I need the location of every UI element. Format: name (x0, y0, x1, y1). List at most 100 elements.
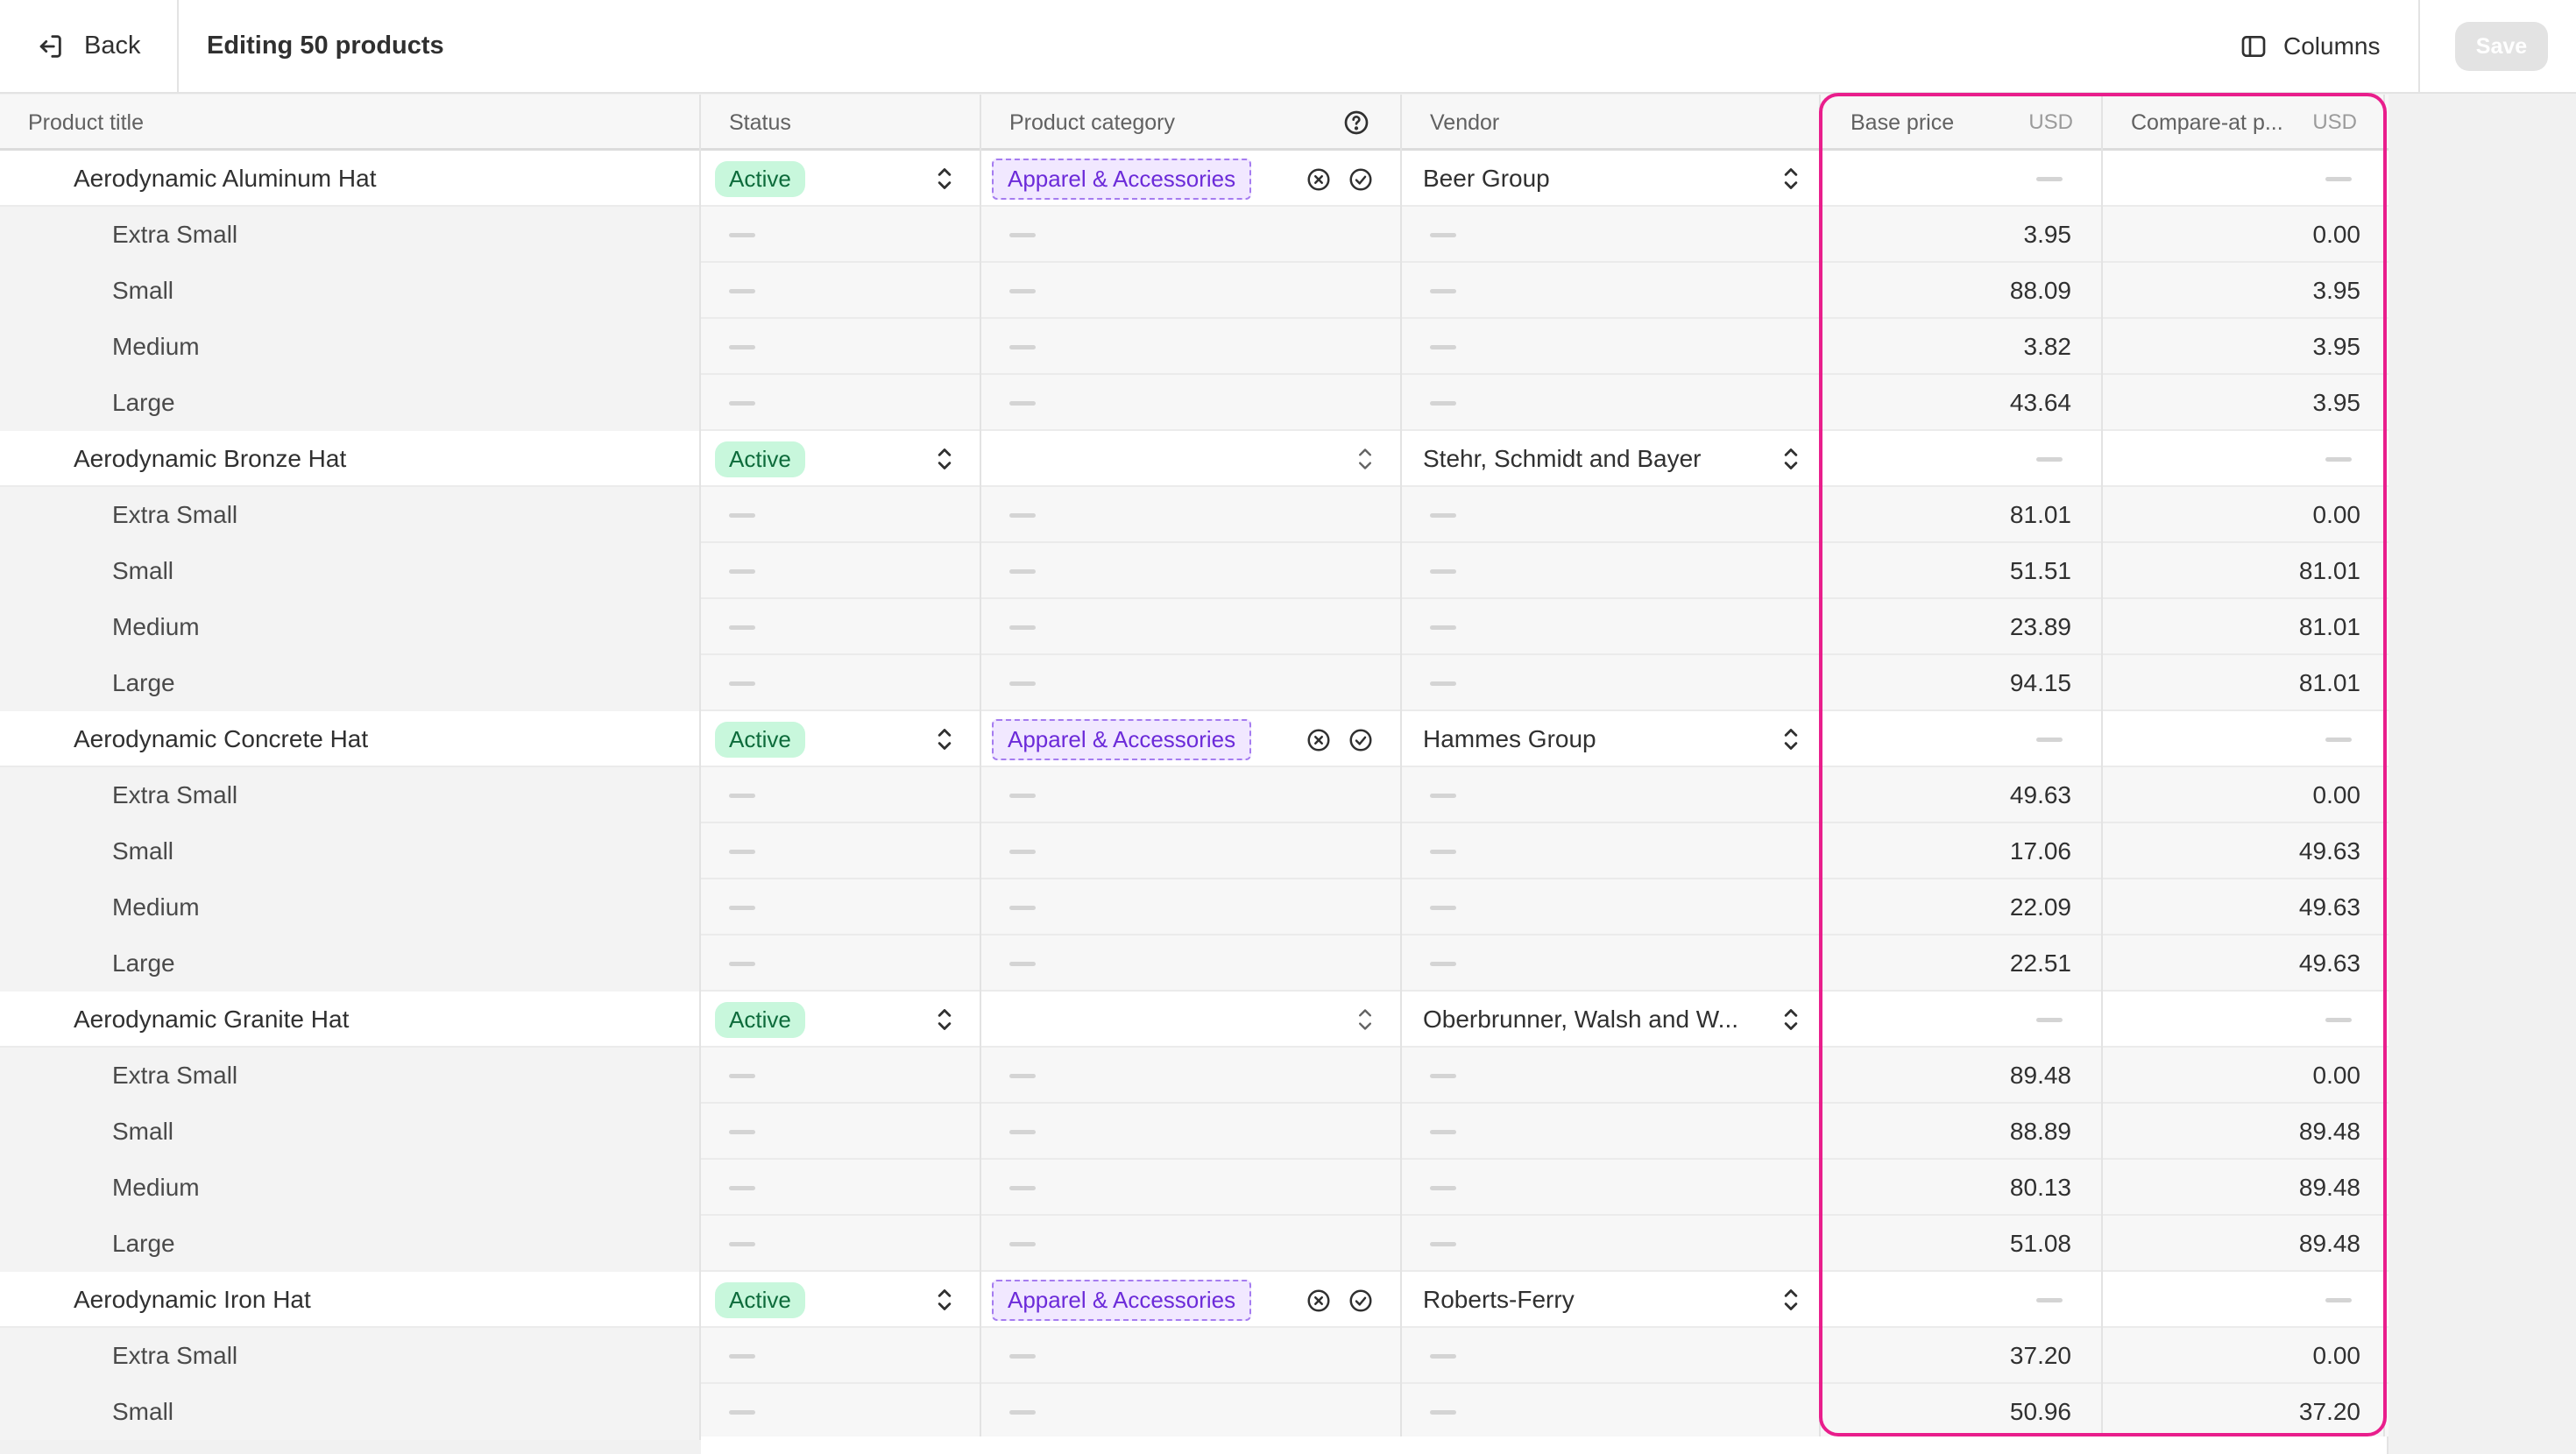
category-suggestion-tag[interactable]: Apparel & Accessories (992, 158, 1252, 200)
column-header-compare-at-price[interactable]: Compare-at p... USD (2103, 95, 2385, 151)
base-price-cell[interactable]: 23.89 (1821, 599, 2103, 655)
product-title-cell[interactable]: Aerodynamic Granite Hat (0, 992, 701, 1048)
select-chevrons-icon[interactable] (1779, 724, 1803, 754)
compare-at-price-cell[interactable]: 81.01 (2103, 543, 2385, 599)
status-select[interactable]: Active (701, 992, 981, 1048)
column-header-base-price[interactable]: Base price USD (1821, 95, 2103, 151)
base-price-cell[interactable]: 3.95 (1821, 207, 2103, 263)
variant-row[interactable]: Small 88.09 3.95 (0, 263, 2388, 319)
column-header-vendor[interactable]: Vendor (1402, 95, 1821, 151)
compare-at-price-cell[interactable]: 81.01 (2103, 655, 2385, 711)
base-price-cell[interactable]: 37.20 (1821, 1328, 2103, 1384)
reject-suggestion-icon[interactable] (1306, 166, 1332, 193)
variant-row[interactable]: Medium 80.13 89.48 (0, 1160, 2388, 1216)
status-select[interactable]: Active (701, 711, 981, 767)
variant-row[interactable]: Extra Small 81.01 0.00 (0, 487, 2388, 543)
status-select[interactable]: Active (701, 151, 981, 207)
reject-suggestion-icon[interactable] (1306, 727, 1332, 753)
vendor-select[interactable]: Hammes Group (1402, 711, 1821, 767)
compare-at-price-cell[interactable]: 89.48 (2103, 1160, 2385, 1216)
variant-row[interactable]: Extra Small 89.48 0.00 (0, 1048, 2388, 1104)
product-row[interactable]: Aerodynamic Bronze Hat Active Stehr, Sch… (0, 431, 2388, 487)
category-suggestion-tag[interactable]: Apparel & Accessories (992, 1279, 1252, 1321)
vendor-select[interactable]: Oberbrunner, Walsh and W... (1402, 992, 1821, 1048)
compare-at-price-cell[interactable]: 0.00 (2103, 1328, 2385, 1384)
select-chevrons-icon[interactable] (932, 164, 957, 194)
status-select[interactable]: Active (701, 1272, 981, 1328)
base-price-cell[interactable]: 22.51 (1821, 935, 2103, 992)
base-price-cell[interactable]: 49.63 (1821, 767, 2103, 823)
variant-row[interactable]: Extra Small 49.63 0.00 (0, 767, 2388, 823)
variant-row[interactable]: Large 22.51 49.63 (0, 935, 2388, 992)
variant-row[interactable]: Medium 22.09 49.63 (0, 879, 2388, 935)
accept-suggestion-icon[interactable] (1348, 1288, 1374, 1314)
vendor-select[interactable]: Roberts-Ferry (1402, 1272, 1821, 1328)
reject-suggestion-icon[interactable] (1306, 1288, 1332, 1314)
compare-at-price-cell[interactable]: 89.48 (2103, 1216, 2385, 1272)
variant-row[interactable]: Large 51.08 89.48 (0, 1216, 2388, 1272)
compare-at-price-cell[interactable]: 3.95 (2103, 263, 2385, 319)
select-chevrons-icon[interactable] (932, 1005, 957, 1034)
select-chevrons-icon[interactable] (1779, 1285, 1803, 1315)
save-button[interactable]: Save (2455, 22, 2548, 71)
compare-at-price-cell[interactable]: 3.95 (2103, 375, 2385, 431)
compare-at-price-cell[interactable]: 49.63 (2103, 879, 2385, 935)
product-title-cell[interactable]: Aerodynamic Concrete Hat (0, 711, 701, 767)
vendor-select[interactable]: Beer Group (1402, 151, 1821, 207)
select-chevrons-icon[interactable] (1779, 1005, 1803, 1034)
compare-at-price-cell[interactable]: 0.00 (2103, 207, 2385, 263)
base-price-cell[interactable]: 22.09 (1821, 879, 2103, 935)
columns-button[interactable]: Columns (2240, 0, 2380, 92)
variant-row[interactable]: Extra Small 3.95 0.00 (0, 207, 2388, 263)
compare-at-price-cell[interactable]: 0.00 (2103, 487, 2385, 543)
variant-row[interactable]: Small 17.06 49.63 (0, 823, 2388, 879)
product-title-cell[interactable]: Aerodynamic Bronze Hat (0, 431, 701, 487)
variant-row[interactable]: Large 94.15 81.01 (0, 655, 2388, 711)
product-row[interactable]: Aerodynamic Granite Hat Active Oberbrunn… (0, 992, 2388, 1048)
help-icon[interactable] (1342, 109, 1370, 137)
product-row[interactable]: Aerodynamic Iron Hat Active Apparel & Ac… (0, 1272, 2388, 1328)
compare-at-price-cell[interactable]: 3.95 (2103, 319, 2385, 375)
accept-suggestion-icon[interactable] (1348, 727, 1374, 753)
base-price-cell[interactable]: 80.13 (1821, 1160, 2103, 1216)
product-row[interactable]: Aerodynamic Aluminum Hat Active Apparel … (0, 151, 2388, 207)
base-price-cell[interactable]: 94.15 (1821, 655, 2103, 711)
compare-at-price-cell[interactable]: 49.63 (2103, 823, 2385, 879)
base-price-cell[interactable]: 43.64 (1821, 375, 2103, 431)
variant-row[interactable]: Extra Small 37.20 0.00 (0, 1328, 2388, 1384)
select-chevrons-icon[interactable] (932, 444, 957, 474)
product-row[interactable]: Aerodynamic Concrete Hat Active Apparel … (0, 711, 2388, 767)
variant-row[interactable]: Large 43.64 3.95 (0, 375, 2388, 431)
variant-row[interactable]: Small 51.51 81.01 (0, 543, 2388, 599)
back-button[interactable]: Back (35, 0, 140, 92)
select-chevrons-icon[interactable] (932, 1285, 957, 1315)
product-title-cell[interactable]: Aerodynamic Iron Hat (0, 1272, 701, 1328)
compare-at-price-cell[interactable]: 0.00 (2103, 1048, 2385, 1104)
base-price-cell[interactable]: 88.89 (1821, 1104, 2103, 1160)
column-header-product-title[interactable]: Product title (0, 95, 701, 151)
compare-at-price-cell[interactable]: 0.00 (2103, 767, 2385, 823)
variant-row[interactable]: Medium 3.82 3.95 (0, 319, 2388, 375)
accept-suggestion-icon[interactable] (1348, 166, 1374, 193)
base-price-cell[interactable]: 51.08 (1821, 1216, 2103, 1272)
product-category-cell[interactable]: Apparel & Accessories (981, 1272, 1402, 1328)
compare-at-price-cell[interactable]: 81.01 (2103, 599, 2385, 655)
compare-at-price-cell[interactable]: 89.48 (2103, 1104, 2385, 1160)
vendor-select[interactable]: Stehr, Schmidt and Bayer (1402, 431, 1821, 487)
status-select[interactable]: Active (701, 431, 981, 487)
product-category-cell[interactable]: Apparel & Accessories (981, 151, 1402, 207)
variant-row[interactable]: Medium 23.89 81.01 (0, 599, 2388, 655)
compare-at-price-cell[interactable]: 49.63 (2103, 935, 2385, 992)
product-category-cell[interactable]: Apparel & Accessories (981, 711, 1402, 767)
variant-row[interactable]: Small 50.96 37.20 (0, 1384, 2388, 1440)
product-category-cell[interactable] (981, 992, 1402, 1048)
product-category-cell[interactable] (981, 431, 1402, 487)
category-select-icon[interactable] (1353, 444, 1377, 474)
base-price-cell[interactable]: 3.82 (1821, 319, 2103, 375)
category-select-icon[interactable] (1353, 1005, 1377, 1034)
base-price-cell[interactable]: 88.09 (1821, 263, 2103, 319)
base-price-cell[interactable]: 50.96 (1821, 1384, 2103, 1440)
select-chevrons-icon[interactable] (1779, 444, 1803, 474)
base-price-cell[interactable]: 51.51 (1821, 543, 2103, 599)
select-chevrons-icon[interactable] (932, 724, 957, 754)
